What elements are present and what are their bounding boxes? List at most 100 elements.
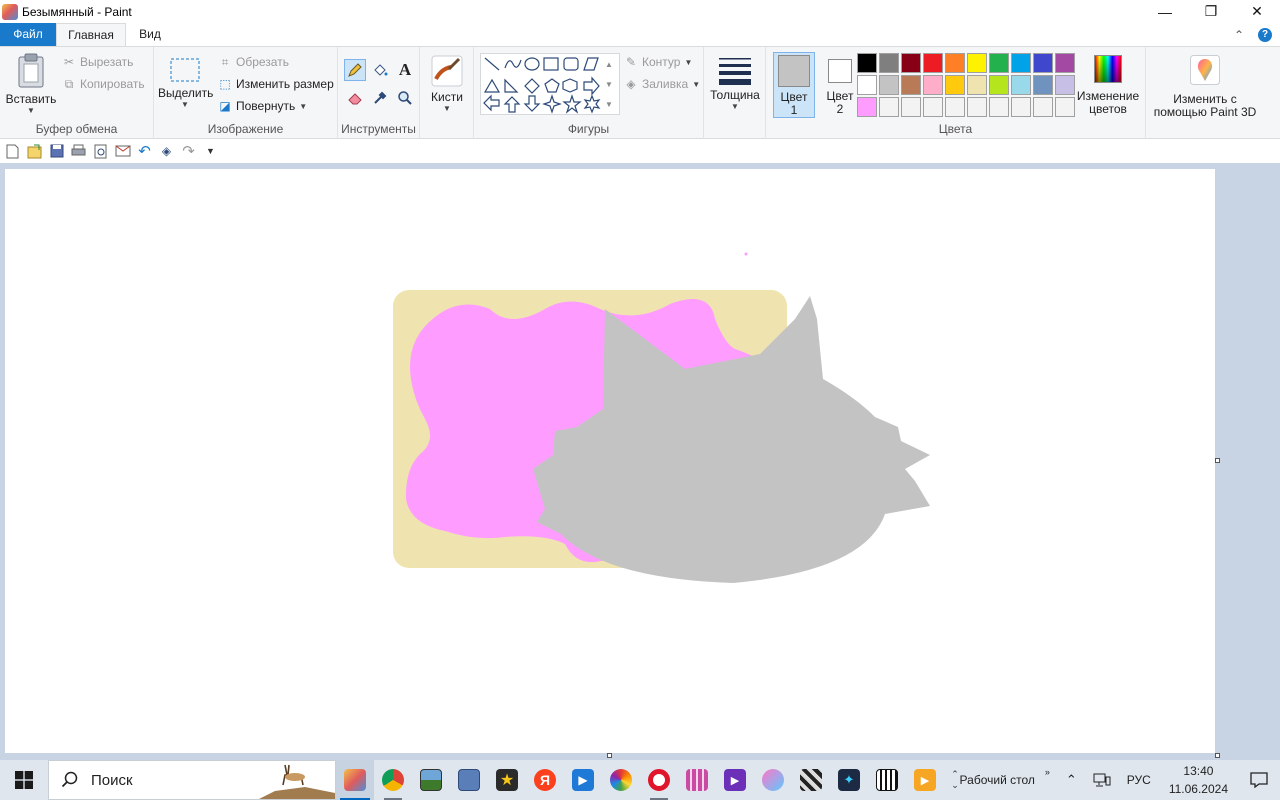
palette-color-swatch[interactable] xyxy=(967,75,987,95)
palette-color-swatch[interactable] xyxy=(945,75,965,95)
tab-file[interactable]: Файл xyxy=(0,23,56,46)
taskbar-video-app[interactable] xyxy=(792,760,830,800)
desktop-toolbar[interactable]: Рабочий стол » xyxy=(952,760,1058,800)
palette-color-swatch[interactable] xyxy=(901,53,921,73)
taskbar-photos[interactable] xyxy=(412,760,450,800)
edit-colors-button[interactable]: Изменение цветов xyxy=(1076,55,1140,116)
palette-color-swatch[interactable] xyxy=(1011,75,1031,95)
palette-color-swatch[interactable] xyxy=(857,97,877,117)
taskbar-library[interactable] xyxy=(678,760,716,800)
taskbar-video-editor[interactable]: ▶ xyxy=(716,760,754,800)
size-button[interactable]: Толщина ▼ xyxy=(708,55,762,111)
palette-color-swatch[interactable] xyxy=(1033,53,1053,73)
print-preview-icon[interactable] xyxy=(92,143,109,160)
show-hidden-icons[interactable]: ⌃ xyxy=(1058,760,1085,800)
palette-color-swatch[interactable] xyxy=(901,97,921,117)
crop-button[interactable]: ⌗ Обрезать xyxy=(218,55,289,70)
palette-color-swatch[interactable] xyxy=(857,75,877,95)
copy-button[interactable]: ⧉ Копировать xyxy=(62,77,145,92)
rotate-button[interactable]: ◪ Повернуть ▼ xyxy=(218,99,307,113)
collapse-ribbon-icon[interactable]: ⌃ xyxy=(1234,28,1244,42)
eraser-tool[interactable] xyxy=(344,87,366,109)
paste-button[interactable]: Вставить ▼ xyxy=(4,53,58,115)
palette-color-swatch[interactable] xyxy=(879,53,899,73)
taskbar-colors-app[interactable] xyxy=(602,760,640,800)
taskbar-game-app[interactable]: ✦ xyxy=(830,760,868,800)
undo-icon[interactable]: ↶ xyxy=(136,143,153,160)
text-tool[interactable]: A xyxy=(394,59,416,81)
palette-color-swatch[interactable] xyxy=(967,97,987,117)
palette-color-swatch[interactable] xyxy=(967,53,987,73)
palette-color-swatch[interactable] xyxy=(1055,75,1075,95)
palette-color-swatch[interactable] xyxy=(1011,53,1031,73)
new-file-icon[interactable] xyxy=(4,143,21,160)
palette-color-swatch[interactable] xyxy=(1033,97,1053,117)
cut-button[interactable]: ✂ Вырезать xyxy=(62,55,133,69)
palette-color-swatch[interactable] xyxy=(923,75,943,95)
fill-button[interactable]: ◈ Заливка ▼ xyxy=(624,77,700,91)
resize-button[interactable]: ⬚ Изменить размер xyxy=(218,77,333,91)
minimize-button[interactable]: — xyxy=(1142,0,1188,23)
save-icon[interactable] xyxy=(48,143,65,160)
palette-color-swatch[interactable] xyxy=(989,97,1009,117)
fill-tool-quick-icon[interactable]: ◈ xyxy=(158,143,175,160)
palette-color-swatch[interactable] xyxy=(989,75,1009,95)
notifications-button[interactable] xyxy=(1238,760,1280,800)
magnifier-tool[interactable] xyxy=(394,87,416,109)
resize-handle-corner[interactable] xyxy=(1215,753,1220,758)
palette-color-swatch[interactable] xyxy=(879,97,899,117)
taskbar-chrome[interactable] xyxy=(374,760,412,800)
taskbar-paint-tool[interactable] xyxy=(754,760,792,800)
resize-handle-bottom[interactable] xyxy=(607,753,612,758)
palette-color-swatch[interactable] xyxy=(879,75,899,95)
help-icon[interactable]: ? xyxy=(1258,27,1272,42)
palette-color-swatch[interactable] xyxy=(1055,97,1075,117)
redo-icon[interactable]: ↷ xyxy=(180,143,197,160)
resize-handle-right[interactable] xyxy=(1215,458,1220,463)
color-picker-tool[interactable] xyxy=(369,87,391,109)
network-status[interactable] xyxy=(1085,760,1119,800)
palette-color-swatch[interactable] xyxy=(923,97,943,117)
select-button[interactable]: Выделить ▼ xyxy=(158,57,213,109)
maximize-button[interactable]: ❐ xyxy=(1188,0,1234,23)
palette-color-swatch[interactable] xyxy=(857,53,877,73)
taskbar-search-box[interactable]: Поиск xyxy=(48,760,336,800)
color2-button[interactable]: Цвет 2 xyxy=(819,52,861,118)
taskbar-movie-maker[interactable]: ★ xyxy=(488,760,526,800)
outline-button[interactable]: ✎ Контур ▼ xyxy=(624,55,692,69)
taskbar-paint[interactable] xyxy=(336,760,374,800)
paint-app-icon[interactable] xyxy=(2,3,18,20)
color1-button[interactable]: Цвет 1 xyxy=(773,52,815,118)
palette-color-swatch[interactable] xyxy=(989,53,1009,73)
language-indicator[interactable]: РУС xyxy=(1119,760,1159,800)
drawing-canvas[interactable] xyxy=(5,169,1215,753)
taskbar-media-player[interactable]: ▶ xyxy=(564,760,602,800)
pencil-tool[interactable] xyxy=(344,59,366,81)
print-icon[interactable] xyxy=(70,143,87,160)
palette-color-swatch[interactable] xyxy=(901,75,921,95)
close-button[interactable]: ✕ xyxy=(1234,0,1280,23)
start-button[interactable] xyxy=(0,760,48,800)
system-clock[interactable]: 13:40 11.06.2024 xyxy=(1159,762,1238,798)
palette-color-swatch[interactable] xyxy=(945,53,965,73)
customize-toolbar-icon[interactable]: ▼ xyxy=(202,143,219,160)
paint3d-button[interactable]: Изменить с помощью Paint 3D xyxy=(1150,55,1260,119)
palette-color-swatch[interactable] xyxy=(945,97,965,117)
palette-color-swatch[interactable] xyxy=(1055,53,1075,73)
taskbar-file-explorer[interactable] xyxy=(450,760,488,800)
palette-color-swatch[interactable] xyxy=(923,53,943,73)
fill-tool[interactable] xyxy=(369,59,391,81)
shapes-scroll[interactable]: ▲ ▼ ▼ xyxy=(605,55,613,115)
palette-color-swatch[interactable] xyxy=(1033,75,1053,95)
brushes-button[interactable]: Кисти ▼ xyxy=(426,55,468,113)
taskbar-yandex[interactable]: Я xyxy=(526,760,564,800)
taskbar-opera[interactable] xyxy=(640,760,678,800)
taskbar-slideshow-app[interactable]: ▶ xyxy=(906,760,944,800)
tab-home[interactable]: Главная xyxy=(56,23,126,46)
taskbar-piano-app[interactable] xyxy=(868,760,906,800)
email-icon[interactable] xyxy=(114,143,131,160)
shapes-icons[interactable] xyxy=(481,54,621,116)
open-file-icon[interactable] xyxy=(26,143,43,160)
palette-color-swatch[interactable] xyxy=(1011,97,1031,117)
tab-view[interactable]: Вид xyxy=(130,23,170,46)
